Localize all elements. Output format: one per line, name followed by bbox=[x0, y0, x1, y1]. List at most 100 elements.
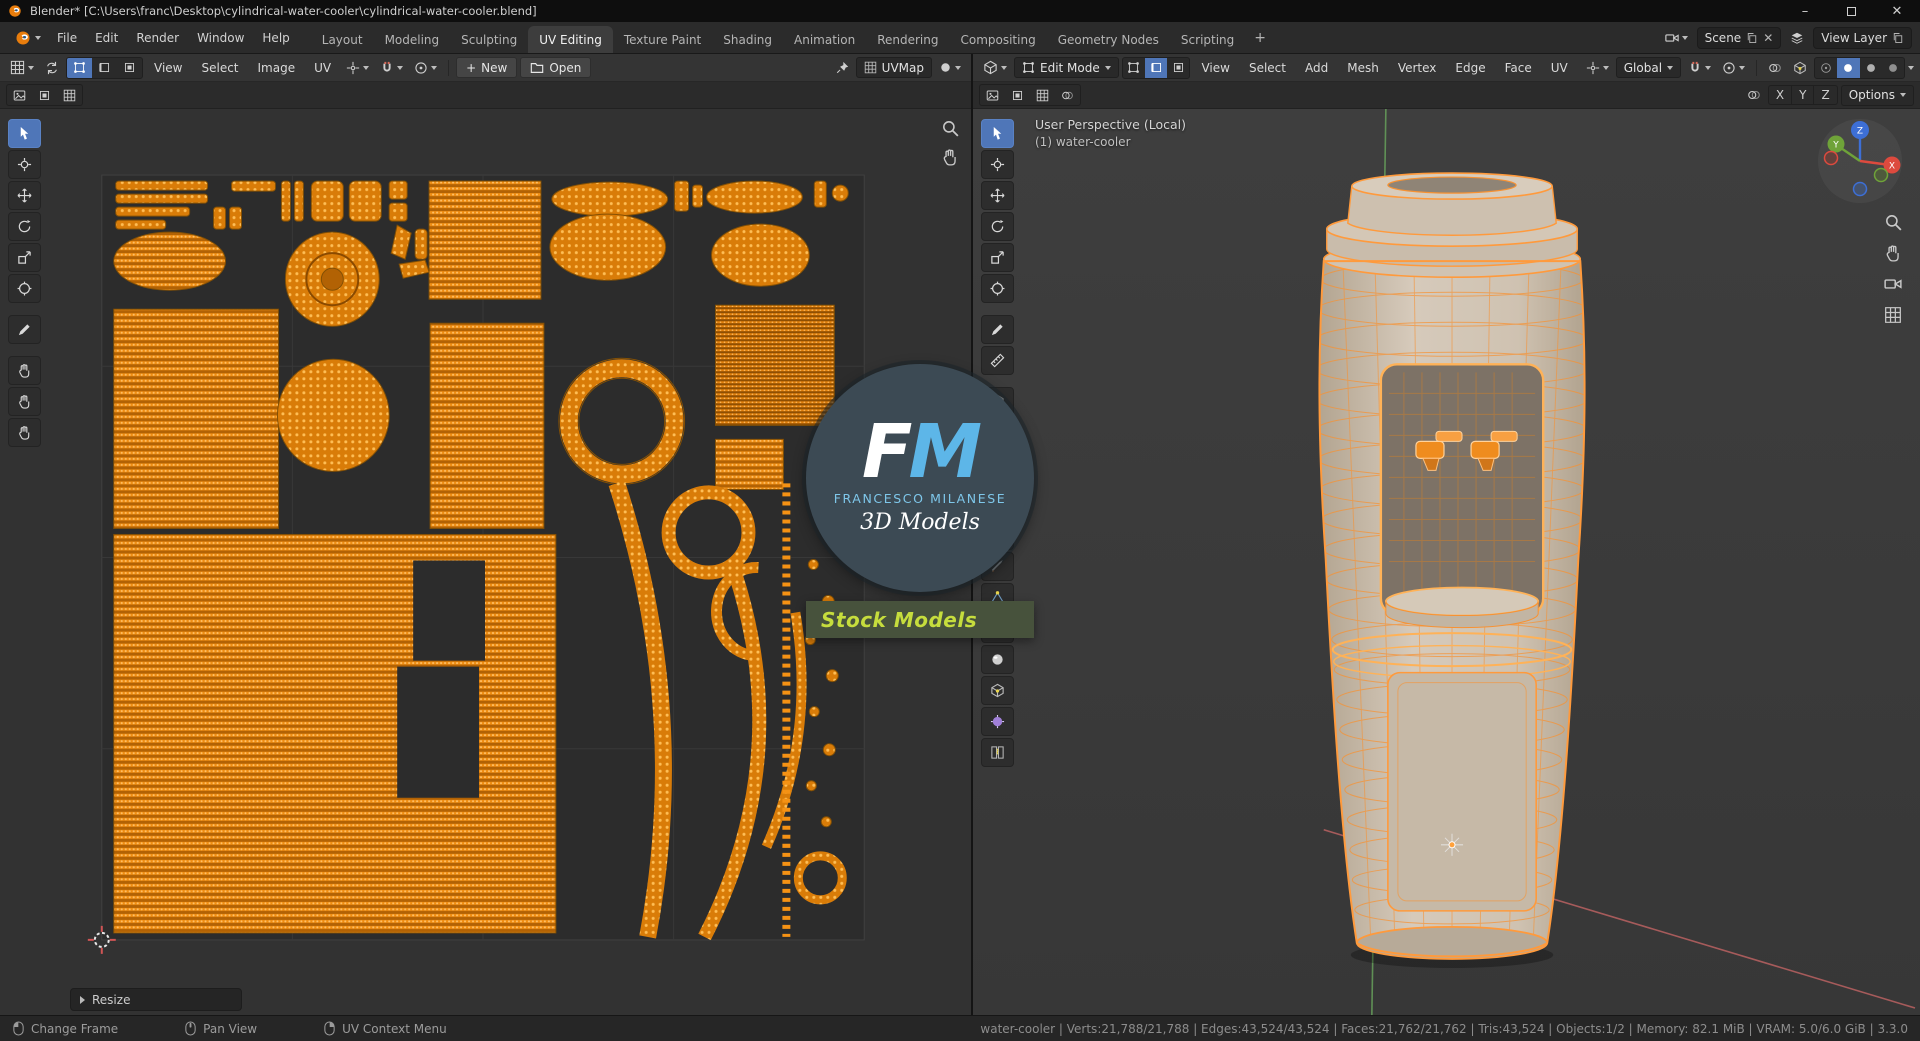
blender-menu-button[interactable] bbox=[8, 30, 48, 46]
transform-tool[interactable] bbox=[8, 274, 41, 303]
image-new-button[interactable]: + New bbox=[456, 57, 518, 78]
pinch-tool[interactable] bbox=[8, 418, 41, 447]
annotate-tool[interactable] bbox=[981, 315, 1014, 344]
annotate-tool[interactable] bbox=[8, 315, 41, 344]
move-tool[interactable] bbox=[8, 181, 41, 210]
water-cooler-model[interactable] bbox=[1316, 172, 1589, 968]
uv-proportional-editing-dropdown[interactable] bbox=[410, 59, 441, 77]
menu-render[interactable]: Render bbox=[127, 28, 188, 48]
camera-view-icon[interactable] bbox=[1884, 275, 1902, 293]
workspace-tab-texture-paint[interactable]: Texture Paint bbox=[613, 26, 712, 53]
edge-slide-tool[interactable] bbox=[981, 676, 1014, 705]
viewport-toggle-4[interactable] bbox=[1055, 85, 1080, 105]
cursor-tool[interactable] bbox=[8, 150, 41, 179]
shading-rendered-button[interactable] bbox=[1882, 58, 1904, 78]
vertex-select-mode-button[interactable] bbox=[1123, 58, 1145, 78]
uv-menu-select[interactable]: Select bbox=[193, 58, 246, 78]
navigation-gizmo[interactable]: Z Y X bbox=[1814, 115, 1906, 207]
shading-material-button[interactable] bbox=[1860, 58, 1882, 78]
zoom-icon[interactable] bbox=[1884, 213, 1902, 231]
mirror-y-toggle[interactable]: Y bbox=[1792, 86, 1815, 104]
rotate-tool[interactable] bbox=[981, 212, 1014, 241]
workspace-tab-shading[interactable]: Shading bbox=[712, 26, 783, 53]
transform-pivot-dropdown[interactable] bbox=[1582, 59, 1613, 77]
workspace-tab-uv-editing[interactable]: UV Editing bbox=[528, 26, 613, 53]
edge-select-mode-button[interactable] bbox=[1145, 57, 1168, 78]
vp-menu-mesh[interactable]: Mesh bbox=[1339, 58, 1387, 78]
scale-tool[interactable] bbox=[981, 243, 1014, 272]
minimize-button[interactable]: – bbox=[1782, 0, 1828, 22]
uv-select-face-button[interactable] bbox=[117, 58, 142, 78]
scene-browse-button[interactable] bbox=[1661, 29, 1692, 47]
uv-map-selector[interactable]: UVMap bbox=[855, 57, 932, 78]
viewport-canvas[interactable] bbox=[973, 109, 1920, 1015]
options-dropdown[interactable]: Options bbox=[1840, 84, 1914, 106]
editor-type-button[interactable] bbox=[979, 58, 1011, 77]
uv-menu-image[interactable]: Image bbox=[250, 58, 304, 78]
image-open-button[interactable]: Open bbox=[520, 57, 592, 78]
workspace-tab-compositing[interactable]: Compositing bbox=[949, 26, 1046, 53]
viewport-toggle-1[interactable] bbox=[980, 85, 1005, 105]
uv-overlay-toggle-3[interactable] bbox=[57, 85, 82, 105]
viewport-toggle-3[interactable] bbox=[1030, 85, 1055, 105]
cursor-tool[interactable] bbox=[981, 150, 1014, 179]
view-layer-browse-button[interactable] bbox=[1786, 29, 1808, 47]
mesh-symmetry-icon-button[interactable] bbox=[1743, 86, 1765, 104]
operator-redo-panel[interactable]: Resize bbox=[70, 988, 242, 1011]
xray-toggle[interactable] bbox=[1789, 59, 1811, 77]
vp-menu-add[interactable]: Add bbox=[1297, 58, 1336, 78]
mode-selector[interactable]: Edit Mode bbox=[1014, 57, 1119, 78]
maximize-button[interactable] bbox=[1828, 0, 1874, 22]
vp-menu-face[interactable]: Face bbox=[1497, 58, 1540, 78]
chevron-down-icon[interactable] bbox=[1908, 65, 1914, 70]
uv-menu-view[interactable]: View bbox=[146, 58, 190, 78]
workspace-tab-animation[interactable]: Animation bbox=[783, 26, 866, 53]
unlink-scene-icon[interactable]: ✕ bbox=[1763, 31, 1773, 45]
vp-menu-view[interactable]: View bbox=[1193, 58, 1237, 78]
uv-snap-dropdown[interactable] bbox=[376, 59, 407, 77]
transform-tool[interactable] bbox=[981, 274, 1014, 303]
smooth-tool[interactable] bbox=[981, 645, 1014, 674]
vp-menu-select[interactable]: Select bbox=[1241, 58, 1294, 78]
workspace-tab-geometry-nodes[interactable]: Geometry Nodes bbox=[1047, 26, 1170, 53]
close-button[interactable]: ✕ bbox=[1874, 0, 1920, 22]
scale-tool[interactable] bbox=[8, 243, 41, 272]
menu-window[interactable]: Window bbox=[188, 28, 253, 48]
show-overlays-toggle[interactable] bbox=[1764, 59, 1786, 77]
viewport-toggle-2[interactable] bbox=[1005, 85, 1030, 105]
menu-file[interactable]: File bbox=[48, 28, 86, 48]
mirror-z-toggle[interactable]: Z bbox=[1814, 86, 1836, 104]
uv-menu-uv[interactable]: UV bbox=[306, 58, 339, 78]
pan-hand-icon[interactable] bbox=[1884, 244, 1902, 262]
shading-solid-button[interactable] bbox=[1837, 57, 1860, 78]
orthographic-toggle-icon[interactable] bbox=[1884, 306, 1902, 324]
add-workspace-button[interactable]: + bbox=[1245, 22, 1275, 53]
mirror-x-toggle[interactable]: X bbox=[1769, 86, 1793, 104]
workspace-tab-sculpting[interactable]: Sculpting bbox=[450, 26, 528, 53]
proportional-editing-dropdown[interactable] bbox=[1718, 59, 1749, 77]
tweak-tool[interactable] bbox=[981, 119, 1014, 148]
uv-select-vertex-button[interactable] bbox=[67, 57, 92, 78]
vp-menu-vertex[interactable]: Vertex bbox=[1390, 58, 1445, 78]
workspace-tab-rendering[interactable]: Rendering bbox=[866, 26, 949, 53]
new-scene-icon[interactable] bbox=[1746, 32, 1758, 44]
grab-tool[interactable] bbox=[8, 356, 41, 385]
uv-display-settings-dropdown[interactable] bbox=[935, 59, 965, 76]
shading-wireframe-button[interactable] bbox=[1815, 58, 1837, 78]
snap-dropdown[interactable] bbox=[1684, 59, 1715, 77]
rotate-tool[interactable] bbox=[8, 212, 41, 241]
shrink-fatten-tool[interactable] bbox=[981, 707, 1014, 736]
face-select-mode-button[interactable] bbox=[1167, 58, 1189, 78]
uv-sync-select-toggle[interactable] bbox=[41, 59, 63, 77]
vp-menu-uv[interactable]: UV bbox=[1543, 58, 1576, 78]
new-view-layer-icon[interactable] bbox=[1892, 32, 1904, 44]
uv-pivot-dropdown[interactable] bbox=[342, 59, 373, 77]
uv-overlay-toggle-2[interactable] bbox=[32, 85, 57, 105]
workspace-tab-scripting[interactable]: Scripting bbox=[1170, 26, 1245, 53]
menu-help[interactable]: Help bbox=[253, 28, 298, 48]
workspace-tab-modeling[interactable]: Modeling bbox=[374, 26, 451, 53]
view-layer-selector[interactable]: View Layer bbox=[1813, 26, 1912, 49]
uv-select-edge-button[interactable] bbox=[92, 58, 117, 78]
scene-selector[interactable]: Scene ✕ bbox=[1696, 26, 1782, 49]
rip-region-tool[interactable] bbox=[981, 738, 1014, 767]
